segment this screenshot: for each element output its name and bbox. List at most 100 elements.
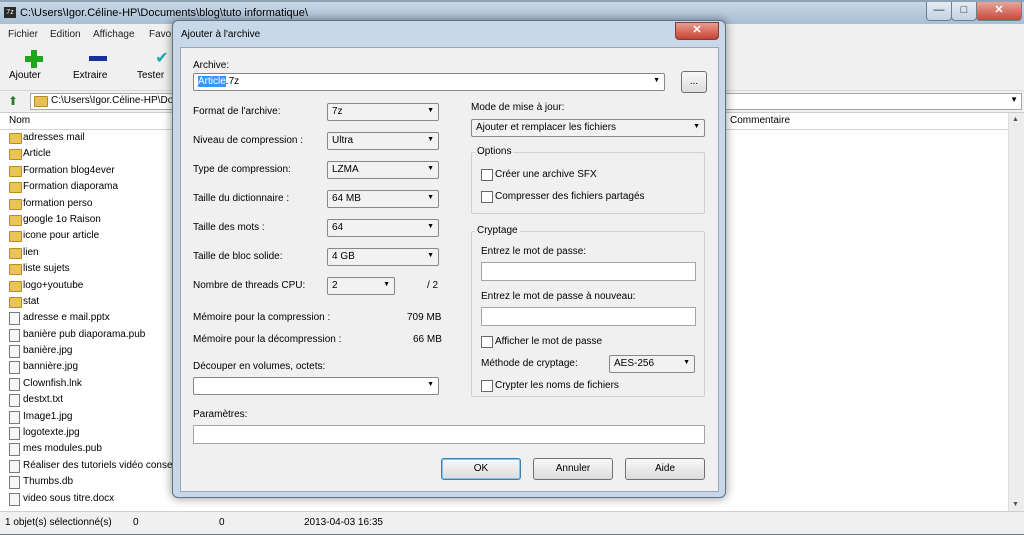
menu-favoris[interactable]: Favo	[149, 29, 171, 40]
file-row[interactable]: Article	[0, 146, 180, 162]
file-icon	[9, 328, 20, 342]
threads-select[interactable]: 2 ▼	[327, 277, 395, 295]
menu-affichage[interactable]: Affichage	[93, 29, 135, 40]
file-row[interactable]: Formation blog4ever	[0, 163, 180, 179]
file-row[interactable]: logotexte.jpg	[0, 425, 180, 441]
chevron-down-icon: ▼	[427, 136, 434, 143]
solid-label: Taille de bloc solide:	[193, 251, 283, 262]
status-size: 0	[133, 517, 139, 528]
column-comment[interactable]: Commentaire	[730, 115, 790, 126]
column-name[interactable]: Nom	[9, 115, 30, 126]
add-button[interactable]: Ajouter	[9, 46, 59, 88]
password-input[interactable]	[481, 262, 696, 281]
file-row[interactable]: Formation diaporama	[0, 179, 180, 195]
menu-edition[interactable]: Edition	[50, 29, 81, 40]
folder-icon	[9, 182, 22, 194]
dialog-close-button[interactable]: ✕	[675, 22, 719, 40]
extract-button[interactable]: Extraire	[73, 46, 123, 88]
help-button[interactable]: Aide	[625, 458, 705, 480]
encrypt-names-checkbox[interactable]	[481, 380, 493, 392]
chevron-down-icon[interactable]: ▼	[653, 77, 660, 84]
dict-label: Taille du dictionnaire :	[193, 193, 290, 204]
cancel-button[interactable]: Annuler	[533, 458, 613, 480]
method-select[interactable]: AES-256 ▼	[609, 355, 695, 373]
file-row[interactable]: adresse e mail.pptx	[0, 310, 180, 326]
shared-label: Compresser des fichiers partagés	[495, 191, 645, 202]
show-password-checkbox[interactable]	[481, 336, 493, 348]
split-input[interactable]: ▼	[193, 377, 439, 395]
file-name: stat	[23, 295, 40, 307]
file-row[interactable]: Réaliser des tutoriels vidéo consei	[0, 458, 180, 474]
file-name: banière.jpg	[23, 345, 73, 357]
file-row[interactable]: lien	[0, 245, 180, 261]
file-row[interactable]: mes modules.pub	[0, 441, 180, 457]
ok-button[interactable]: OK	[441, 458, 521, 480]
file-row[interactable]: formation perso	[0, 196, 180, 212]
address-path: C:\Users\Igor.Céline-HP\Do	[51, 95, 174, 106]
level-label: Niveau de compression :	[193, 135, 304, 146]
file-name: formation perso	[23, 197, 93, 209]
file-row[interactable]: adresses mail	[0, 130, 180, 146]
plus-icon	[25, 50, 43, 68]
format-select[interactable]: 7z ▼	[327, 103, 439, 121]
method-value: AES-256	[614, 358, 655, 369]
file-icon	[9, 476, 20, 490]
status-packed-size: 0	[219, 517, 225, 528]
file-row[interactable]: Thumbs.db	[0, 474, 180, 490]
scroll-up-icon[interactable]: ▲	[1012, 116, 1019, 123]
file-name: mes modules.pub	[23, 443, 102, 455]
add-to-archive-dialog: Ajouter à l'archive ✕ Archive: Article.7…	[172, 20, 726, 498]
chevron-down-icon[interactable]: ▼	[427, 381, 434, 388]
folder-icon	[9, 247, 22, 259]
dict-select[interactable]: 64 MB ▼	[327, 190, 439, 208]
maximize-button[interactable]: □	[951, 2, 977, 21]
file-name: Article	[23, 148, 51, 160]
options-label: Options	[475, 146, 514, 157]
up-arrow-icon[interactable]: ⬆	[8, 94, 18, 108]
shared-checkbox[interactable]	[481, 191, 493, 203]
file-row[interactable]: bannière.jpg	[0, 359, 180, 375]
file-name: Réaliser des tutoriels vidéo consei	[23, 459, 175, 471]
password-repeat-input[interactable]	[481, 307, 696, 326]
file-row[interactable]: icone pour article	[0, 228, 180, 244]
update-select[interactable]: Ajouter et remplacer les fichiers ▼	[471, 119, 705, 137]
solid-select[interactable]: 4 GB ▼	[327, 248, 439, 266]
mem-decomp-label: Mémoire pour la décompression :	[193, 334, 342, 345]
file-row[interactable]: stat	[0, 294, 180, 310]
word-select[interactable]: 64 ▼	[327, 219, 439, 237]
file-row[interactable]: banière.jpg	[0, 343, 180, 359]
method-label: Méthode de cryptage:	[481, 358, 578, 369]
file-row[interactable]: video sous titre.docx	[0, 491, 180, 507]
browse-button[interactable]: ...	[681, 71, 707, 93]
file-row[interactable]: liste sujets	[0, 261, 180, 277]
file-row[interactable]: google 1o Raison	[0, 212, 180, 228]
params-input[interactable]	[193, 425, 705, 444]
file-row[interactable]: Image1.jpg	[0, 409, 180, 425]
type-select[interactable]: LZMA ▼	[327, 161, 439, 179]
app-icon: 7z	[4, 7, 16, 18]
chevron-down-icon[interactable]: ▼	[1010, 95, 1018, 104]
close-button[interactable]: ✕	[976, 2, 1022, 21]
archive-name-input[interactable]: Article.7z ▼	[193, 73, 665, 91]
archive-name-selected: Article	[198, 76, 226, 87]
file-row[interactable]: banière pub diaporama.pub	[0, 327, 180, 343]
menu-fichier[interactable]: Fichier	[8, 29, 38, 40]
vertical-scrollbar[interactable]: ▲ ▼	[1008, 113, 1024, 511]
dict-value: 64 MB	[332, 193, 361, 204]
minimize-button[interactable]: —	[926, 2, 952, 21]
scroll-down-icon[interactable]: ▼	[1012, 501, 1019, 508]
file-row[interactable]: Clownfish.lnk	[0, 376, 180, 392]
mem-comp-value: 709 MB	[407, 312, 442, 323]
file-row[interactable]: logo+youtube	[0, 278, 180, 294]
chevron-down-icon: ▼	[427, 223, 434, 230]
file-name: Formation diaporama	[23, 181, 119, 193]
archive-name-ext: .7z	[225, 76, 240, 87]
file-row[interactable]: destxt.txt	[0, 392, 180, 408]
level-select[interactable]: Ultra ▼	[327, 132, 439, 150]
chevron-down-icon: ▼	[683, 359, 690, 366]
type-value: LZMA	[332, 164, 359, 175]
file-name: logotexte.jpg	[23, 427, 80, 439]
sfx-checkbox[interactable]	[481, 169, 493, 181]
word-label: Taille des mots :	[193, 222, 265, 233]
file-icon	[9, 345, 20, 359]
